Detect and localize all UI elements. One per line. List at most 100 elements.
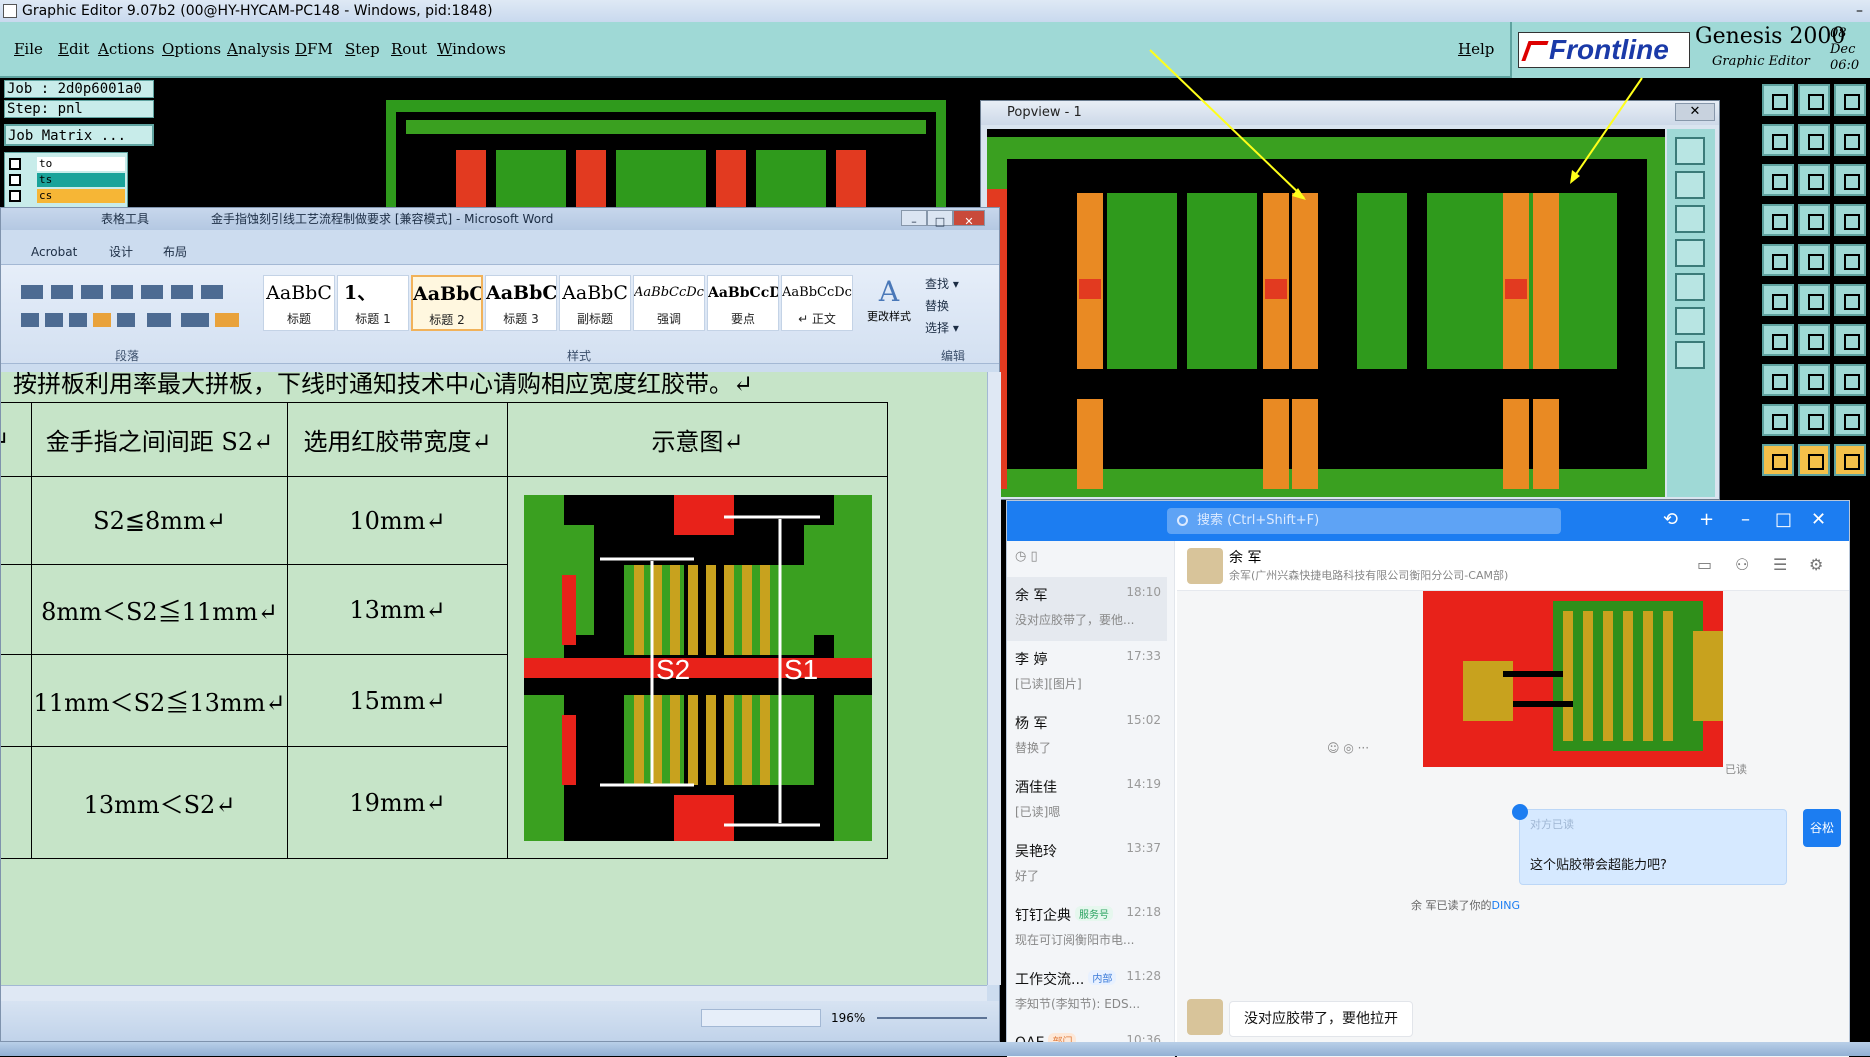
conversation-item[interactable]: 吴艳玲 13:37 好了 <box>1007 833 1167 897</box>
conversation-item[interactable]: 余 军 18:10 没对应胶带了，要他... <box>1007 577 1167 641</box>
tool-button[interactable] <box>1762 364 1794 396</box>
tool-button[interactable] <box>1834 124 1866 156</box>
tool-button[interactable] <box>1762 244 1794 276</box>
tool-button[interactable] <box>1762 404 1794 436</box>
tool-button[interactable] <box>1834 284 1866 316</box>
style-subtitle[interactable]: AaBbC 副标题 <box>559 275 631 331</box>
minimize-icon[interactable]: – <box>1856 0 1863 22</box>
recent-icon[interactable]: ◷ ▯ <box>1015 549 1038 564</box>
pop-tool-button[interactable] <box>1675 171 1705 199</box>
avatar[interactable] <box>1187 999 1223 1035</box>
tool-button[interactable] <box>1762 444 1794 476</box>
menu-file[interactable]: File <box>14 40 43 58</box>
conversation-item[interactable]: 钉钉企典 服务号 12:18 现在可订阅衡阳市电... <box>1007 897 1167 961</box>
vertical-scrollbar[interactable] <box>987 372 1001 985</box>
job-matrix-button[interactable]: Job Matrix ... <box>4 124 154 146</box>
change-styles-button[interactable]: A 更改样式 <box>863 275 915 331</box>
style-heading-1[interactable]: 1、 标题 1 <box>337 275 409 331</box>
ding-button[interactable]: 谷松 <box>1803 809 1841 847</box>
chat-image[interactable] <box>1423 591 1723 767</box>
tool-button[interactable] <box>1798 84 1830 116</box>
replace-button[interactable]: 替换 <box>925 295 959 317</box>
tool-button[interactable] <box>1834 444 1866 476</box>
pop-tool-button[interactable] <box>1675 239 1705 267</box>
tab-acrobat[interactable]: Acrobat <box>31 240 77 264</box>
style-strong[interactable]: AaBbCcD 要点 <box>707 275 779 331</box>
my-message-bubble[interactable]: 对方已读 这个贴胶带会超能力吧? <box>1512 804 1787 885</box>
style-heading-2[interactable]: AaBbC 标题 2 <box>411 275 483 331</box>
tool-button[interactable] <box>1798 244 1830 276</box>
search-chat-icon[interactable]: ☰ <box>1773 555 1787 574</box>
tool-button[interactable] <box>1798 324 1830 356</box>
tab-layout[interactable]: 布局 <box>163 240 187 264</box>
tool-button[interactable] <box>1762 204 1794 236</box>
tool-button[interactable] <box>1798 124 1830 156</box>
pcb-canvas[interactable] <box>156 80 986 210</box>
style-normal[interactable]: AaBbCcDc ↵ 正文 <box>781 275 853 331</box>
paragraph-buttons[interactable] <box>11 279 251 335</box>
tool-button[interactable] <box>1798 284 1830 316</box>
tool-button[interactable] <box>1762 164 1794 196</box>
menu-help[interactable]: Help <box>1458 40 1494 58</box>
close-icon[interactable]: ✕ <box>1811 509 1826 530</box>
tool-button[interactable] <box>1798 444 1830 476</box>
emoji-reactions[interactable]: ☺ ◎ ··· <box>1327 741 1369 755</box>
conversation-item[interactable]: 工作交流... 内部 11:28 李知节(李知节): EDS... <box>1007 961 1167 1025</box>
folder-icon[interactable]: ▭ <box>1697 555 1712 574</box>
tool-button[interactable] <box>1798 364 1830 396</box>
menu-options[interactable]: Options <box>162 40 221 58</box>
conversation-item[interactable]: 酒佳佳 14:19 [已读]嗯 <box>1007 769 1167 833</box>
popview-close-button[interactable]: ✕ <box>1675 103 1715 121</box>
find-button[interactable]: 查找 ▾ <box>925 273 959 295</box>
ding-search-input[interactable]: 搜索 (Ctrl+Shift+F) <box>1167 508 1561 534</box>
tool-button[interactable] <box>1762 84 1794 116</box>
menu-edit[interactable]: Edit <box>58 40 89 58</box>
tool-button[interactable] <box>1798 404 1830 436</box>
layer-checkbox[interactable] <box>9 158 21 170</box>
layer-checkbox[interactable] <box>9 174 21 186</box>
pop-tool-button[interactable] <box>1675 307 1705 335</box>
tool-button[interactable] <box>1762 324 1794 356</box>
view-buttons[interactable] <box>701 1009 821 1027</box>
tool-button[interactable] <box>1834 404 1866 436</box>
tool-button[interactable] <box>1834 244 1866 276</box>
settings-icon[interactable]: ⚙ <box>1809 555 1823 574</box>
maximize-icon[interactable]: □ <box>1775 509 1792 530</box>
layer-item[interactable]: ts <box>9 173 125 187</box>
menu-analysis[interactable]: Analysis <box>227 40 290 58</box>
tab-design[interactable]: 设计 <box>109 240 133 264</box>
menu-windows[interactable]: Windows <box>437 40 506 58</box>
menu-rout[interactable]: Rout <box>391 40 427 58</box>
tool-button[interactable] <box>1762 284 1794 316</box>
menu-actions[interactable]: Actions <box>98 40 154 58</box>
zoom-slider[interactable] <box>877 1017 987 1019</box>
select-button[interactable]: 选择 ▾ <box>925 317 959 339</box>
style-emphasis[interactable]: AaBbCcDc 强调 <box>633 275 705 331</box>
conversation-item[interactable]: 杨 军 15:02 替换了 <box>1007 705 1167 769</box>
avatar[interactable] <box>1187 548 1223 584</box>
taskbar[interactable] <box>0 1042 1870 1056</box>
menu-step[interactable]: Step <box>345 40 380 58</box>
tool-button[interactable] <box>1834 364 1866 396</box>
add-icon[interactable]: + <box>1699 509 1714 530</box>
pop-tool-button[interactable] <box>1675 205 1705 233</box>
history-icon[interactable]: ⟲ <box>1663 509 1678 530</box>
tool-button[interactable] <box>1762 124 1794 156</box>
tool-button[interactable] <box>1834 84 1866 116</box>
pop-tool-button[interactable] <box>1675 273 1705 301</box>
pop-tool-button[interactable] <box>1675 137 1705 165</box>
popview-canvas[interactable] <box>987 129 1665 497</box>
pop-tool-button[interactable] <box>1675 341 1705 369</box>
tool-button[interactable] <box>1834 324 1866 356</box>
add-member-icon[interactable]: ⚇ <box>1735 555 1749 574</box>
window-controls[interactable]: – □ ✕ <box>901 210 991 228</box>
layer-item[interactable]: cs <box>9 189 125 203</box>
tool-button[interactable] <box>1834 164 1866 196</box>
menu-dfm[interactable]: DFM <box>295 40 333 58</box>
minimize-icon[interactable]: – <box>1741 509 1750 530</box>
tool-button[interactable] <box>1798 204 1830 236</box>
horizontal-scrollbar[interactable] <box>1 985 987 1001</box>
conversation-item[interactable]: 李 婷 17:33 [已读][图片] <box>1007 641 1167 705</box>
layer-checkbox[interactable] <box>9 190 21 202</box>
tool-button[interactable] <box>1798 164 1830 196</box>
